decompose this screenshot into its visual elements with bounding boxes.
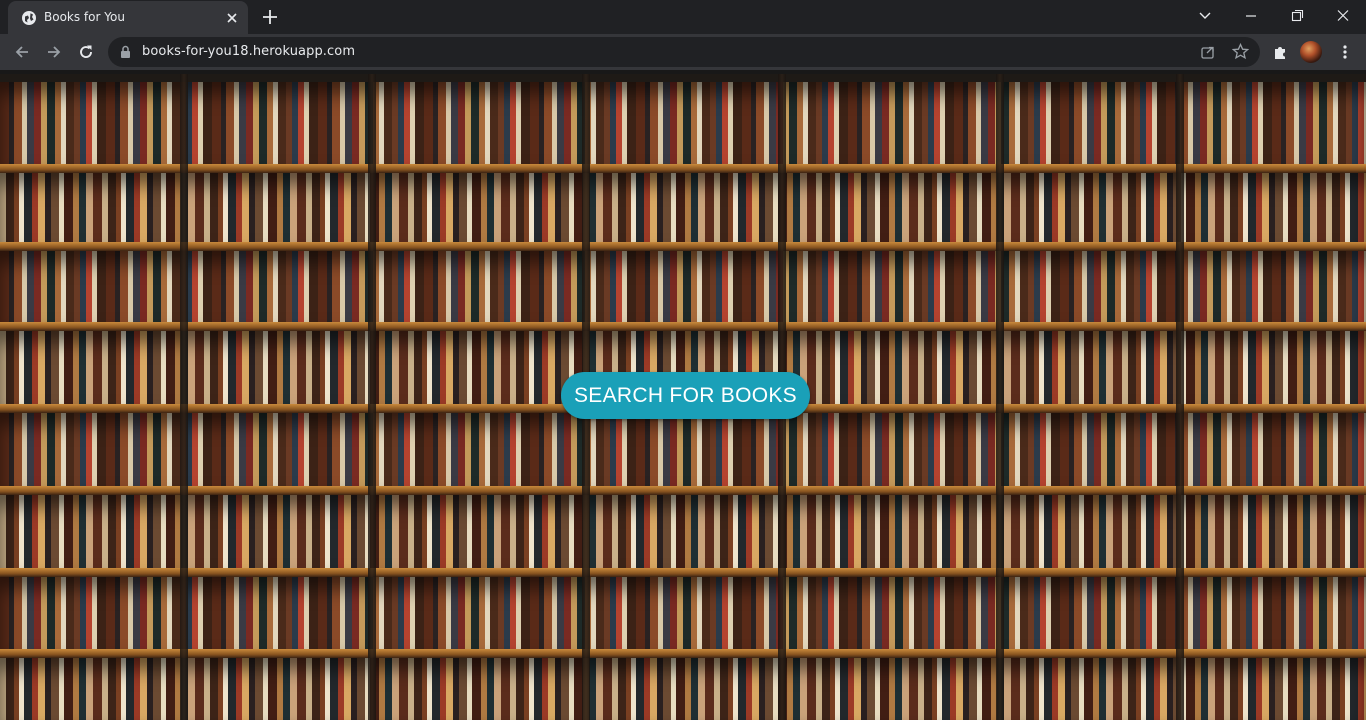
bookshelf-background: SEARCH FOR BOOKS [0, 74, 1366, 720]
close-window-button[interactable] [1320, 0, 1366, 32]
minimize-icon [1246, 15, 1256, 17]
shelf-board [0, 486, 1366, 495]
shelf-divider [368, 74, 376, 720]
shelf-books [0, 577, 1366, 649]
shelf-divider [1176, 74, 1184, 720]
browser-toolbar: books-for-you18.herokuapp.com [0, 34, 1366, 70]
search-for-books-button[interactable]: SEARCH FOR BOOKS [561, 372, 810, 419]
shelf-board [0, 242, 1366, 251]
close-icon [1337, 10, 1349, 21]
reload-button[interactable] [72, 38, 100, 66]
browser-menu-button[interactable] [1331, 38, 1359, 66]
tab-strip: Books for You [0, 0, 1366, 34]
reload-icon [80, 45, 92, 58]
shelf-board [0, 164, 1366, 173]
chevron-down-icon [1199, 12, 1211, 19]
tab-search-button[interactable] [1182, 0, 1228, 32]
arrow-left-icon [15, 46, 28, 58]
url-text[interactable]: books-for-you18.herokuapp.com [142, 44, 355, 59]
share-icon[interactable] [1200, 44, 1216, 60]
shelf-books [0, 82, 1366, 164]
star-icon[interactable] [1232, 43, 1249, 60]
browser-tab[interactable]: Books for You [8, 1, 248, 34]
arrow-right-icon [48, 46, 61, 58]
shelf-books [0, 495, 1366, 568]
address-bar[interactable]: books-for-you18.herokuapp.com [108, 37, 1260, 67]
shelf-books [0, 658, 1366, 720]
new-tab-plus-icon[interactable] [256, 5, 284, 29]
kebab-menu-icon [1343, 45, 1347, 59]
tab-title: Books for You [44, 10, 125, 24]
globe-icon [22, 11, 36, 25]
puzzle-icon [1275, 47, 1285, 59]
forward-button[interactable] [40, 38, 68, 66]
restore-button[interactable] [1274, 0, 1320, 32]
avatar[interactable] [1300, 41, 1322, 63]
restore-icon [1291, 9, 1304, 22]
minimize-button[interactable] [1228, 0, 1274, 32]
shelf-board [0, 322, 1366, 331]
shelf-books [0, 413, 1366, 486]
shelf-divider [996, 74, 1004, 720]
shelf-divider [180, 74, 188, 720]
shelf-board [0, 568, 1366, 577]
close-icon[interactable] [224, 10, 240, 26]
shelf-books [0, 173, 1366, 243]
shelf-board [0, 649, 1366, 658]
extensions-button[interactable] [1266, 38, 1294, 66]
back-button[interactable] [8, 38, 36, 66]
lock-icon[interactable] [120, 45, 131, 59]
shelf-books [0, 251, 1366, 322]
